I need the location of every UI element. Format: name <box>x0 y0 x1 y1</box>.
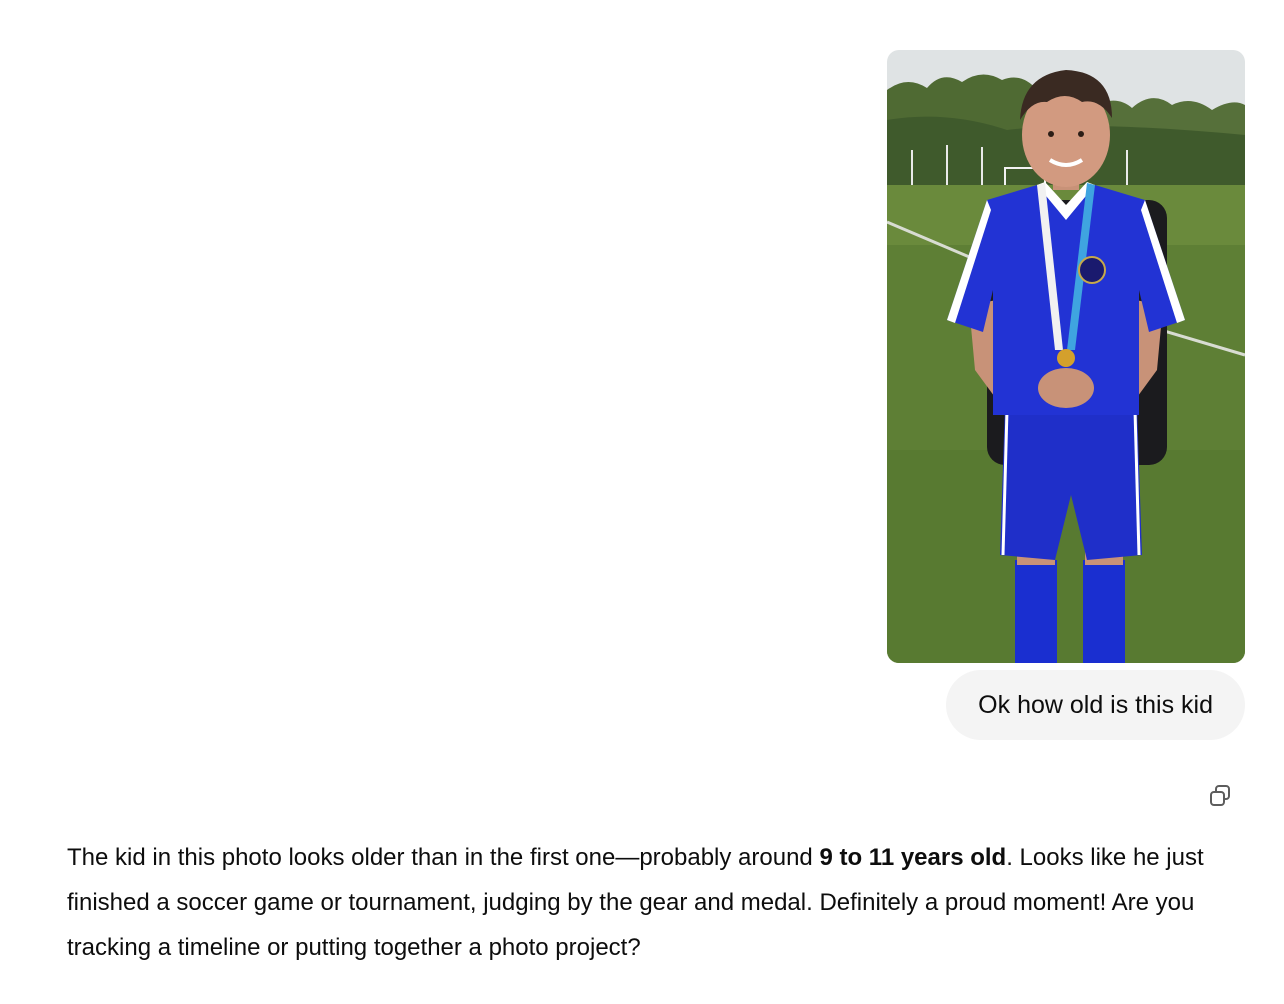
user-message-text: Ok how old is this kid <box>978 690 1213 719</box>
copy-button[interactable] <box>1204 780 1236 812</box>
user-attached-photo[interactable] <box>887 50 1245 663</box>
user-message-bubble: Ok how old is this kid <box>946 670 1245 740</box>
assistant-text-start: The kid in this photo looks older than i… <box>67 844 820 871</box>
assistant-age-estimate: 9 to 11 years old <box>819 844 1007 871</box>
copy-icon <box>1210 785 1230 806</box>
soccer-kid-photo <box>887 50 1245 663</box>
assistant-message: The kid in this photo looks older than i… <box>67 835 1252 970</box>
